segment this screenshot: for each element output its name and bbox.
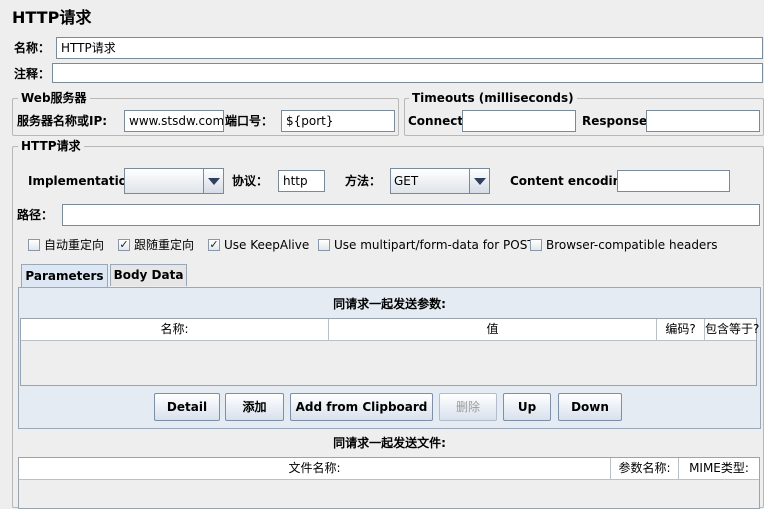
detail-button[interactable]: Detail	[154, 393, 220, 421]
column-header-value[interactable]: 值	[329, 319, 657, 341]
browser-headers-label: Browser-compatible headers	[546, 238, 718, 252]
column-header-filename[interactable]: 文件名称:	[19, 458, 611, 480]
http-request-title: HTTP请求	[18, 139, 84, 153]
chevron-down-icon[interactable]	[203, 169, 223, 193]
multipart-checkbox[interactable]	[318, 239, 330, 251]
column-header-include-equals[interactable]: 包含等于?	[705, 319, 759, 341]
encoding-label: Content encoding:	[510, 174, 635, 188]
check-icon: ✓	[119, 238, 129, 251]
method-value: GET	[394, 174, 419, 188]
method-label: 方法：	[345, 174, 382, 188]
auto-redirect-checkbox[interactable]	[28, 239, 40, 251]
response-label: Response:	[582, 114, 652, 128]
protocol-input[interactable]: http	[278, 170, 325, 192]
encoding-input[interactable]	[617, 170, 730, 192]
add-from-clipboard-button[interactable]: Add from Clipboard	[290, 393, 433, 421]
multipart-label: Use multipart/form-data for POST	[334, 238, 535, 252]
timeouts-title: Timeouts (milliseconds)	[409, 91, 577, 105]
keepalive-checkbox[interactable]: ✓	[208, 239, 220, 251]
column-header-mime-type[interactable]: MIME类型:	[679, 458, 759, 480]
files-title: 同请求一起发送文件:	[333, 436, 446, 450]
name-input[interactable]: HTTP请求	[56, 37, 763, 59]
follow-redirect-checkbox[interactable]: ✓	[118, 239, 130, 251]
host-label: 服务器名称或IP:	[17, 114, 108, 128]
parameters-title: 同请求一起发送参数:	[333, 297, 446, 311]
browser-headers-checkbox[interactable]	[530, 239, 542, 251]
keepalive-label: Use KeepAlive	[224, 238, 310, 252]
path-input[interactable]	[62, 204, 760, 226]
chevron-down-icon[interactable]	[469, 169, 489, 193]
implementation-select[interactable]	[124, 168, 224, 194]
column-header-encode[interactable]: 编码?	[657, 319, 705, 341]
page-title: HTTP请求	[12, 8, 92, 27]
protocol-label: 协议：	[232, 174, 269, 188]
connect-input[interactable]	[462, 110, 576, 132]
path-label: 路径：	[17, 208, 54, 222]
files-table[interactable]: 文件名称: 参数名称: MIME类型:	[18, 457, 760, 509]
response-input[interactable]	[646, 110, 760, 132]
check-icon: ✓	[209, 238, 219, 251]
method-select[interactable]: GET	[390, 168, 490, 194]
web-server-title: Web服务器	[18, 91, 90, 105]
add-button[interactable]: 添加	[225, 393, 284, 421]
comment-label: 注释：	[14, 67, 51, 81]
tab-body-data[interactable]: Body Data	[110, 264, 187, 286]
tab-parameters[interactable]: Parameters	[21, 264, 108, 288]
comment-input[interactable]	[52, 63, 763, 83]
up-button[interactable]: Up	[503, 393, 551, 421]
port-label: 端口号：	[225, 114, 274, 128]
parameters-table[interactable]: 名称: 值 编码? 包含等于?	[20, 318, 759, 386]
follow-redirect-label: 跟随重定向	[134, 238, 195, 252]
down-button[interactable]: Down	[558, 393, 622, 421]
host-input[interactable]: www.stsdw.com	[124, 110, 224, 132]
delete-button[interactable]: 删除	[439, 393, 497, 421]
column-header-name[interactable]: 名称:	[21, 319, 329, 341]
column-header-param-name[interactable]: 参数名称:	[611, 458, 679, 480]
connect-label: Connect:	[408, 114, 468, 128]
auto-redirect-label: 自动重定向	[44, 238, 105, 252]
name-label: 名称：	[14, 41, 51, 55]
port-input[interactable]: ${port}	[281, 110, 395, 132]
